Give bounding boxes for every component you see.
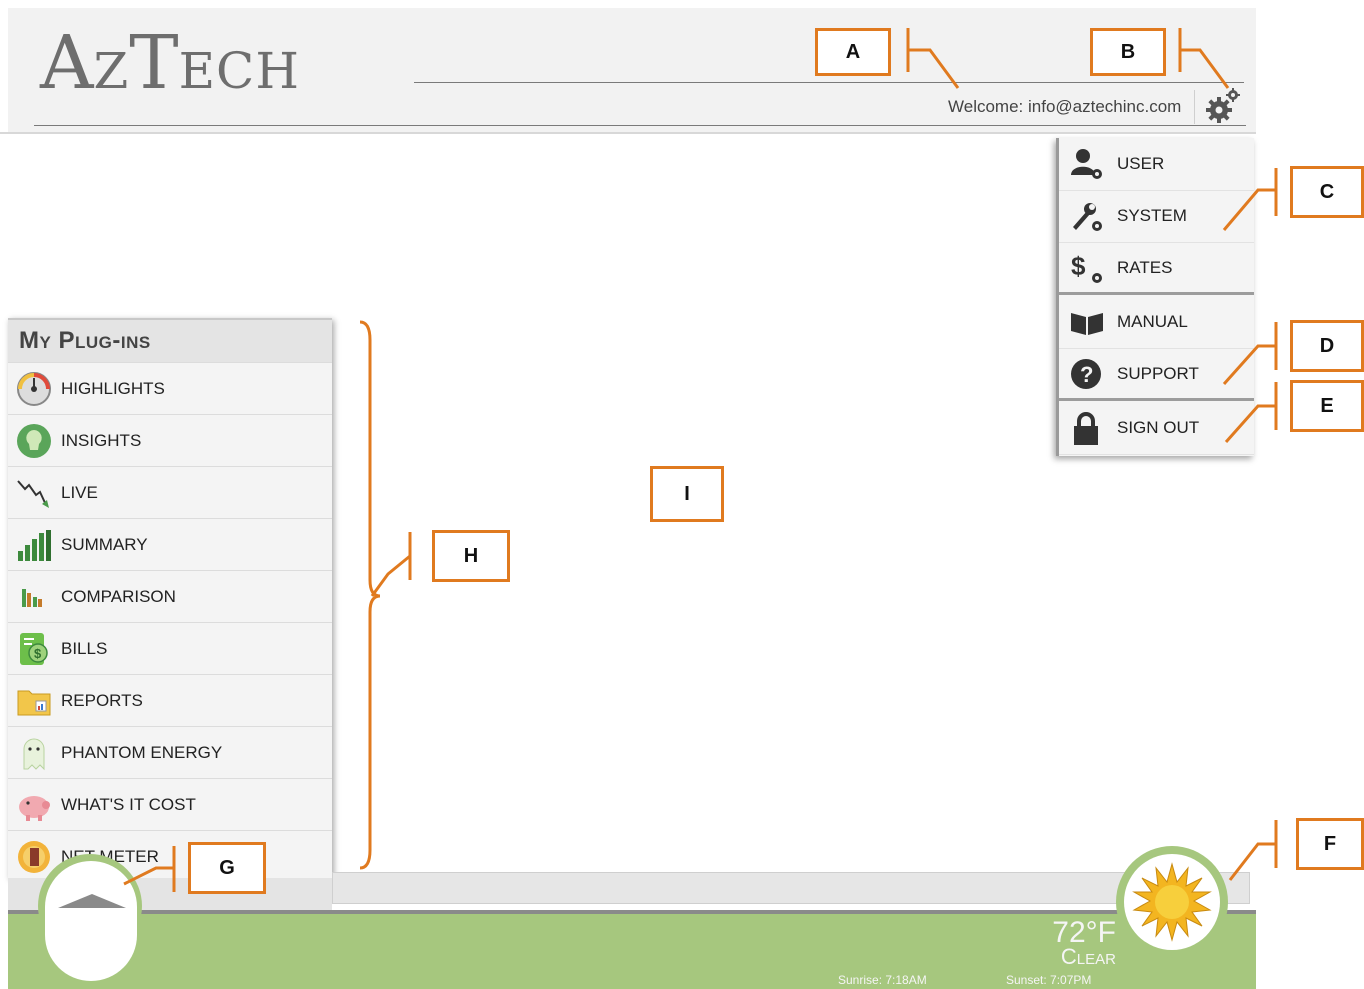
callout-e: E [1290,380,1364,432]
callout-i: I [650,466,724,522]
callout-a: A [815,28,891,76]
callout-c: C [1290,166,1364,218]
callout-g: G [188,842,266,894]
callout-h: H [432,530,510,582]
callout-b: B [1090,28,1166,76]
callout-f: F [1296,818,1364,870]
callout-d: D [1290,320,1364,372]
